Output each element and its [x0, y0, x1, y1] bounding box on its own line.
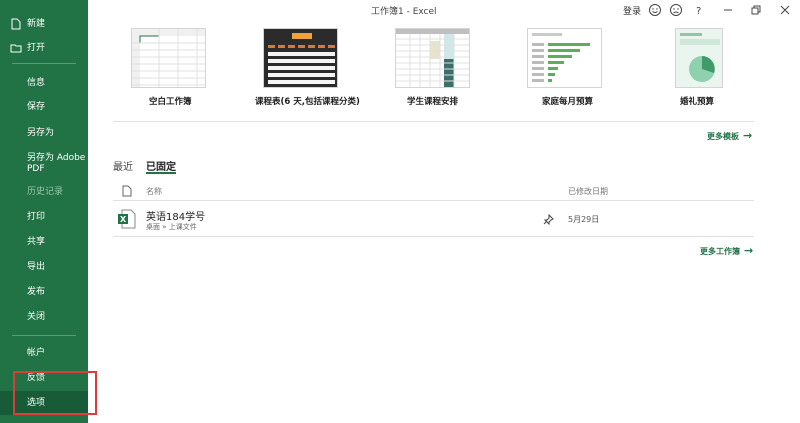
- folder-icon: [10, 44, 22, 53]
- backstage-sidebar: 新建 打开 信息 保存 另存为 另存为 Adobe PDF 历史记录 打印 共享…: [0, 0, 88, 423]
- column-header-name[interactable]: 名称: [146, 186, 162, 197]
- excel-file-icon: X: [118, 209, 136, 229]
- sidebar-item-print[interactable]: 打印: [0, 205, 88, 229]
- header-divider: [113, 200, 754, 201]
- sidebar-item-new[interactable]: 新建: [0, 12, 88, 36]
- sidebar-item-save-as[interactable]: 另存为: [0, 121, 88, 145]
- arrow-right-icon: →: [743, 129, 753, 142]
- template-label: 学生课程安排: [407, 97, 459, 107]
- file-name: 英语184学号: [146, 212, 206, 223]
- column-header-modified[interactable]: 已修改日期: [568, 186, 608, 197]
- template-thumbnail[interactable]: [263, 28, 338, 88]
- sidebar-item-export[interactable]: 导出: [0, 255, 88, 279]
- sidebar-item-history: 历史记录: [27, 187, 64, 197]
- sidebar-divider: [12, 335, 76, 336]
- sidebar-item-label: 新建: [27, 19, 46, 29]
- template-label: 空白工作簿: [149, 97, 192, 107]
- student-schedule-preview: [396, 29, 469, 87]
- sidebar-item-close[interactable]: 关闭: [0, 305, 88, 329]
- schedule-preview: [264, 29, 337, 87]
- file-row[interactable]: X 英语184学号 桌面 » 上课文件 5月29日: [113, 203, 754, 236]
- template-thumbnail[interactable]: [395, 28, 470, 88]
- template-thumbnail[interactable]: [527, 28, 602, 88]
- close-window-icon[interactable]: [778, 3, 792, 17]
- sidebar-item-open[interactable]: 打开: [0, 36, 88, 60]
- template-label: 课程表(6 天,包括课程分类): [255, 97, 360, 107]
- row-divider: [113, 236, 754, 237]
- sidebar-item-share[interactable]: 共享: [0, 230, 88, 254]
- budget-chart-preview: [532, 33, 590, 82]
- minimize-icon[interactable]: [721, 3, 735, 17]
- window-title: 工作簿1 - Excel: [371, 7, 437, 17]
- frown-feedback-icon[interactable]: [669, 3, 683, 17]
- more-workbooks-link[interactable]: 更多工作簿 →: [700, 244, 753, 257]
- tab-recent[interactable]: 最近: [113, 158, 133, 173]
- sign-in-link[interactable]: 登录: [623, 4, 641, 17]
- section-divider: [113, 121, 754, 122]
- more-templates-label: 更多模板: [707, 132, 739, 141]
- blank-sheet-preview: [132, 29, 205, 87]
- tab-active-indicator: [146, 172, 176, 174]
- template-label: 家庭每月预算: [542, 97, 594, 107]
- svg-text:X: X: [120, 215, 127, 224]
- tab-pinned[interactable]: 已固定: [146, 158, 176, 173]
- more-workbooks-label: 更多工作簿: [700, 247, 740, 256]
- new-file-icon: [11, 18, 21, 30]
- arrow-right-icon: →: [744, 244, 754, 257]
- restore-icon[interactable]: [749, 3, 763, 17]
- title-bar: 工作簿1 - Excel 登录 ?: [88, 0, 800, 20]
- file-path: 桌面 » 上课文件: [146, 223, 197, 231]
- help-icon[interactable]: ?: [692, 3, 706, 17]
- more-templates-link[interactable]: 更多模板 →: [707, 129, 752, 142]
- highlight-annotation: [13, 371, 97, 415]
- file-type-icon: [122, 185, 132, 197]
- pin-icon[interactable]: [543, 214, 554, 225]
- sidebar-item-save[interactable]: 保存: [0, 95, 88, 119]
- file-modified-date: 5月29日: [568, 215, 600, 224]
- sidebar-item-info[interactable]: 信息: [0, 71, 88, 95]
- sidebar-item-label: 打开: [27, 43, 46, 53]
- sidebar-item-save-as-pdf[interactable]: 另存为 Adobe PDF: [0, 150, 88, 178]
- template-thumbnail[interactable]: [675, 28, 723, 88]
- template-thumbnail[interactable]: [131, 28, 206, 88]
- sidebar-item-publish[interactable]: 发布: [0, 280, 88, 304]
- smile-feedback-icon[interactable]: [648, 3, 662, 17]
- wedding-budget-preview: [676, 29, 722, 87]
- sidebar-divider: [12, 63, 76, 64]
- svg-text:?: ?: [696, 6, 701, 17]
- template-label: 婚礼预算: [680, 97, 715, 107]
- sidebar-item-account[interactable]: 帐户: [0, 341, 88, 365]
